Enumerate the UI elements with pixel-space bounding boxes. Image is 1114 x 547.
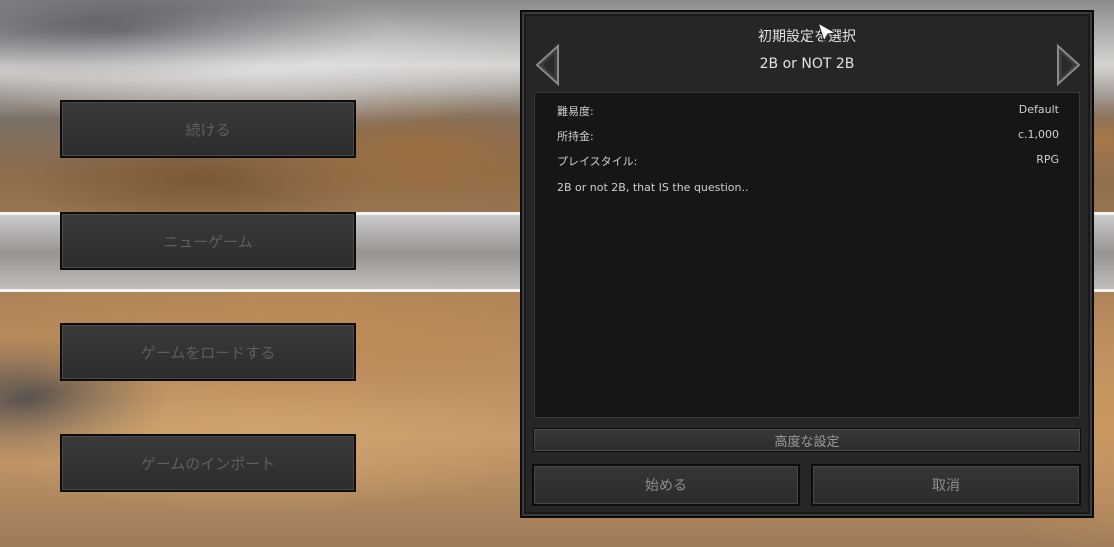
preset-description: 2B or not 2B, that IS the question.. — [557, 181, 749, 194]
difficulty-label: 難易度: — [557, 105, 594, 118]
cancel-button[interactable]: 取消 — [811, 464, 1081, 506]
new-game-button[interactable]: ニューゲーム — [60, 212, 356, 270]
load-game-button[interactable]: ゲームをロードする — [60, 323, 356, 381]
playstyle-label: プレイスタイル: — [557, 155, 638, 168]
money-label: 所持金: — [557, 130, 594, 143]
mouse-cursor-icon — [816, 21, 838, 43]
money-value: c.1,000 — [1017, 128, 1059, 141]
initial-settings-dialog: 初期設定を選択 2B or NOT 2B 難易度: Default 所持金: c… — [520, 10, 1094, 518]
playstyle-row: プレイスタイル: RPG — [557, 153, 1059, 169]
playstyle-value: RPG — [1036, 153, 1059, 166]
start-button[interactable]: 始める — [532, 464, 800, 506]
continue-button[interactable]: 続ける — [60, 100, 356, 158]
preset-name: 2B or NOT 2B — [759, 56, 855, 72]
next-preset-button[interactable] — [1054, 43, 1082, 87]
advanced-settings-button[interactable]: 高度な設定 — [533, 428, 1081, 452]
triangle-right-icon — [1057, 43, 1081, 87]
difficulty-value: Default — [1018, 103, 1059, 116]
preset-info-panel: 難易度: Default 所持金: c.1,000 プレイスタイル: RPG 2… — [534, 92, 1080, 418]
difficulty-row: 難易度: Default — [557, 103, 1059, 119]
game-start-screen: 続ける ニューゲーム ゲームをロードする ゲームのインポート 初期設定を選択 2… — [0, 0, 1114, 547]
money-row: 所持金: c.1,000 — [557, 128, 1059, 144]
import-game-button[interactable]: ゲームのインポート — [60, 434, 356, 492]
dialog-title: 初期設定を選択 — [758, 29, 856, 45]
